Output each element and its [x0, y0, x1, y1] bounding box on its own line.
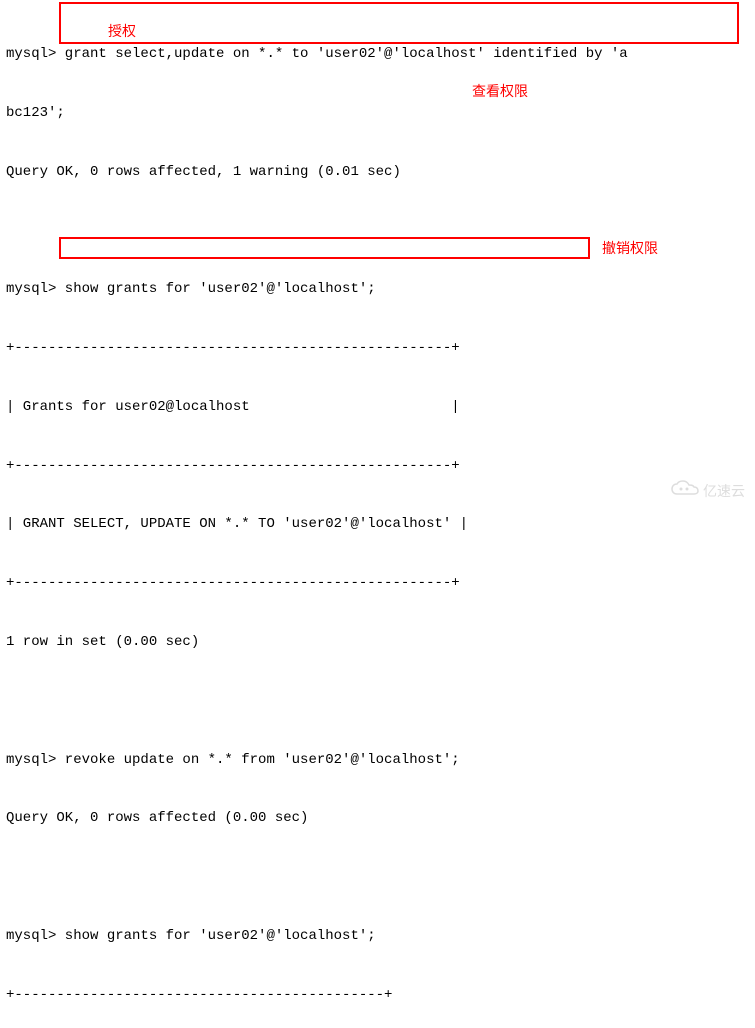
terminal-output: mysql> grant select,update on *.* to 'us…: [6, 6, 749, 1028]
terminal-line: mysql> show grants for 'user02'@'localho…: [6, 280, 749, 300]
watermark: 亿速云: [671, 480, 745, 504]
terminal-line: | GRANT SELECT, UPDATE ON *.* TO 'user02…: [6, 515, 749, 535]
terminal-line: +---------------------------------------…: [6, 574, 749, 594]
terminal-line: [6, 868, 749, 888]
terminal-line: bc123';: [6, 104, 749, 124]
terminal-line: mysql> grant select,update on *.* to 'us…: [6, 45, 749, 65]
terminal-line: +---------------------------------------…: [6, 986, 749, 1006]
terminal-line: | Grants for user02@localhost |: [6, 398, 749, 418]
terminal-line: 1 row in set (0.00 sec): [6, 633, 749, 653]
terminal-line: Query OK, 0 rows affected, 1 warning (0.…: [6, 163, 749, 183]
terminal-line: +---------------------------------------…: [6, 457, 749, 477]
terminal-line: +---------------------------------------…: [6, 339, 749, 359]
terminal-line: mysql> revoke update on *.* from 'user02…: [6, 751, 749, 771]
terminal-line: mysql> show grants for 'user02'@'localho…: [6, 927, 749, 947]
terminal-line: Query OK, 0 rows affected (0.00 sec): [6, 809, 749, 829]
cloud-icon: [671, 480, 699, 504]
watermark-text: 亿速云: [703, 482, 745, 502]
terminal-line: [6, 222, 749, 242]
terminal-line: [6, 692, 749, 712]
